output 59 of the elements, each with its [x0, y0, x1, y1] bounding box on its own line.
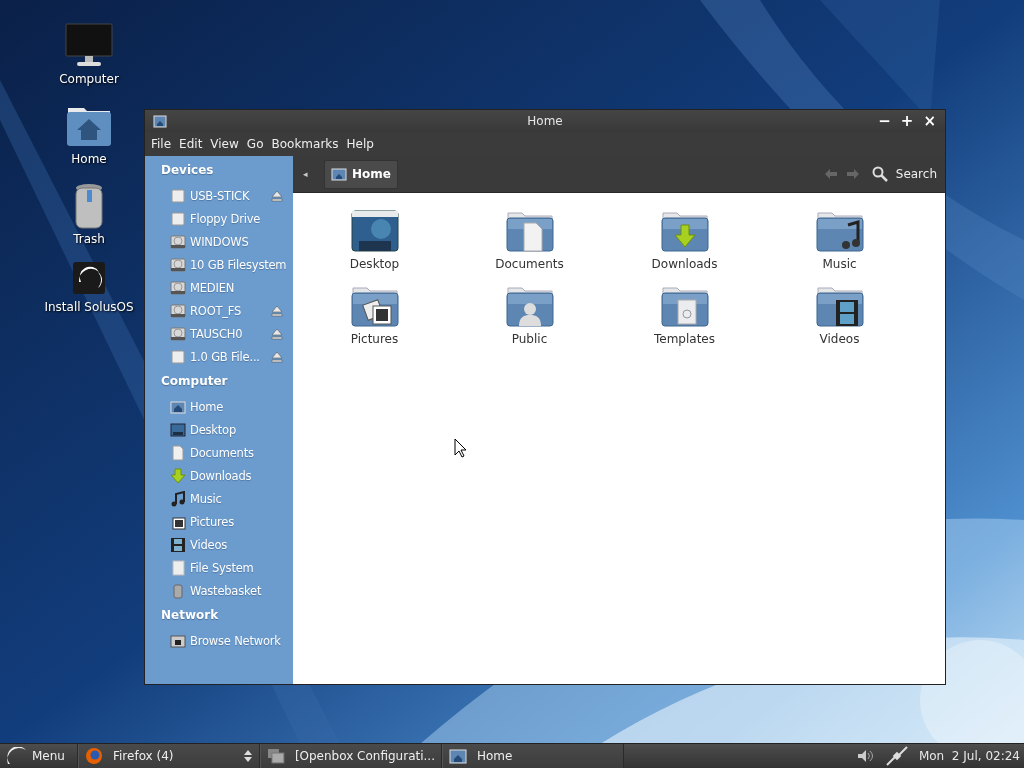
- globe-icon: [85, 747, 103, 765]
- taskbar-button[interactable]: [Openbox Configurati...: [260, 744, 442, 768]
- menu-item[interactable]: Help: [342, 137, 378, 151]
- home-folder-icon: [170, 398, 186, 415]
- window-title: Home: [527, 114, 563, 128]
- path-button[interactable]: Home: [324, 159, 398, 189]
- menu-item[interactable]: File: [147, 137, 176, 151]
- desktop-icon-label[interactable]: Home: [71, 152, 107, 166]
- file-label[interactable]: Music: [822, 257, 857, 271]
- drive-icon: [170, 187, 186, 204]
- spinner-arrows-icon: [243, 749, 253, 763]
- desktop-icon-label[interactable]: Trash: [73, 232, 105, 246]
- desktop-icon-label[interactable]: Install SolusOS: [44, 300, 134, 314]
- film-icon: [170, 536, 186, 553]
- trash-icon: [170, 582, 186, 599]
- page-icon: [170, 559, 186, 576]
- desktop-folder-icon: [350, 207, 399, 255]
- search-icon: [871, 166, 888, 182]
- left-arrow-icon: [823, 168, 838, 180]
- sidebar-heading: Devices: [160, 162, 215, 179]
- network-folder-icon: [170, 632, 186, 649]
- mouse-pointer-icon: [454, 438, 468, 458]
- taskbar-button[interactable]: Home: [442, 744, 624, 768]
- taskbar-button[interactable]: Firefox (4): [78, 744, 260, 768]
- right-arrow-icon: [845, 168, 860, 180]
- volume-button[interactable]: [856, 749, 875, 763]
- plug-icon: [884, 746, 909, 766]
- sidebar-heading: Network: [160, 607, 220, 624]
- music-note-icon: [170, 490, 186, 507]
- drive-icon: [170, 348, 186, 365]
- file-label[interactable]: Downloads: [651, 257, 718, 271]
- file-label[interactable]: Pictures: [350, 332, 399, 346]
- maximize-button[interactable]: +: [897, 112, 917, 130]
- menu-item[interactable]: Go: [242, 137, 268, 151]
- close-button[interactable]: ×: [920, 112, 939, 130]
- file-label[interactable]: Documents: [495, 257, 564, 271]
- document-icon: [170, 444, 186, 461]
- menu-item[interactable]: Edit: [175, 137, 207, 151]
- desktop-icon-label[interactable]: Computer: [59, 72, 119, 86]
- file-label[interactable]: Public: [511, 332, 548, 346]
- scroll-left-button[interactable]: ◂: [297, 169, 314, 179]
- folder-icon: [153, 114, 167, 128]
- drive-icon: [170, 210, 186, 227]
- menu-item[interactable]: Bookmarks: [267, 137, 343, 151]
- file-label[interactable]: Videos: [819, 332, 860, 346]
- download-arrow-icon: [170, 467, 186, 484]
- file-label[interactable]: Templates: [654, 332, 715, 346]
- minimize-button[interactable]: −: [875, 112, 894, 130]
- sidebar-heading: Computer: [160, 373, 229, 390]
- search-button[interactable]: Search: [871, 166, 937, 182]
- network-button[interactable]: [884, 746, 909, 766]
- speaker-icon: [856, 749, 875, 763]
- folder-icon: [449, 748, 467, 764]
- folder-icon: [331, 167, 347, 181]
- menu-item[interactable]: View: [206, 137, 243, 151]
- clock[interactable]: Mon 2 Jul, 02:24: [918, 749, 1020, 763]
- file-label[interactable]: Desktop: [349, 257, 400, 271]
- windows-icon: [267, 748, 285, 764]
- desktop-icon: [170, 421, 186, 438]
